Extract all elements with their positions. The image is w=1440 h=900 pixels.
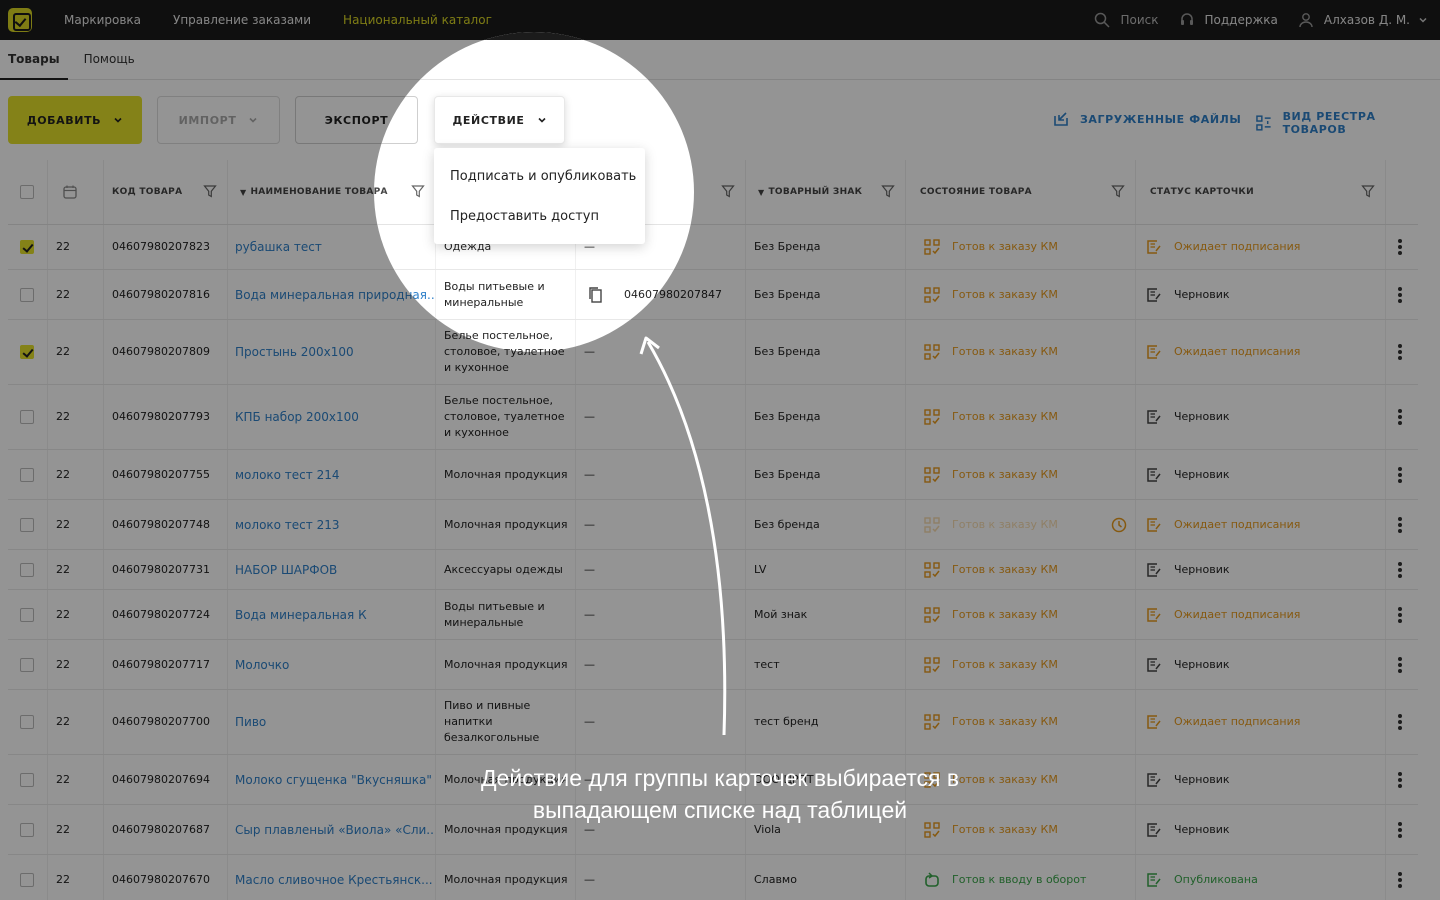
tutorial-caption: Действие для группы карточек выбирается … bbox=[480, 765, 960, 823]
